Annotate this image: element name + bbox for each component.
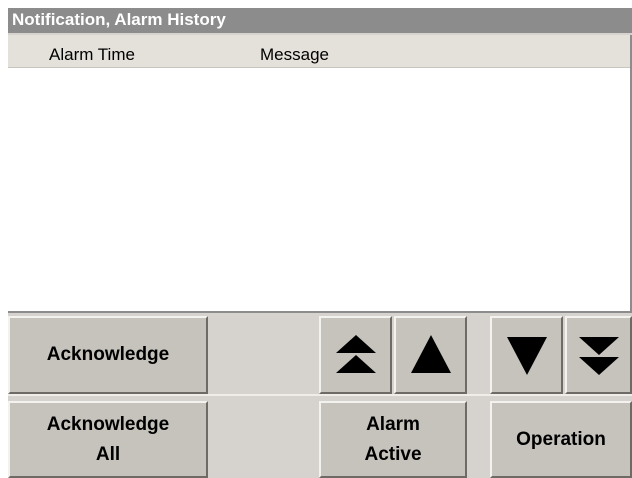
operation-label: Operation (516, 428, 606, 450)
alarm-list-header: Alarm Time Message (8, 35, 630, 68)
alarm-list[interactable]: Alarm Time Message (8, 35, 632, 313)
acknowledge-all-label-line2: All (95, 443, 121, 465)
acknowledge-button[interactable]: Acknowledge (8, 316, 208, 394)
title-bar: Notification, Alarm History (8, 8, 632, 33)
line-up-button[interactable] (394, 316, 467, 394)
page-up-button[interactable] (319, 316, 392, 394)
page-down-button[interactable] (565, 316, 632, 394)
acknowledge-label: Acknowledge (46, 344, 170, 365)
double-up-arrow-icon (334, 333, 378, 377)
double-down-arrow-icon (577, 333, 621, 377)
window-title: Notification, Alarm History (12, 10, 226, 29)
alarm-active-label-line1: Alarm (366, 413, 420, 435)
acknowledge-all-label-line1: Acknowledge (46, 413, 170, 435)
alarm-history-panel: Notification, Alarm History Alarm Time M… (8, 8, 632, 478)
line-down-button[interactable] (490, 316, 563, 394)
column-header-message[interactable]: Message (260, 45, 329, 65)
acknowledge-all-button[interactable]: Acknowledge All (8, 401, 208, 478)
down-arrow-icon (505, 333, 549, 377)
button-row-divider (8, 394, 632, 396)
up-arrow-icon (409, 333, 453, 377)
alarm-active-label-line2: Active (364, 443, 422, 465)
column-header-alarm-time[interactable]: Alarm Time (49, 45, 135, 65)
operation-button[interactable]: Operation (490, 401, 632, 478)
alarm-active-button[interactable]: Alarm Active (319, 401, 467, 478)
